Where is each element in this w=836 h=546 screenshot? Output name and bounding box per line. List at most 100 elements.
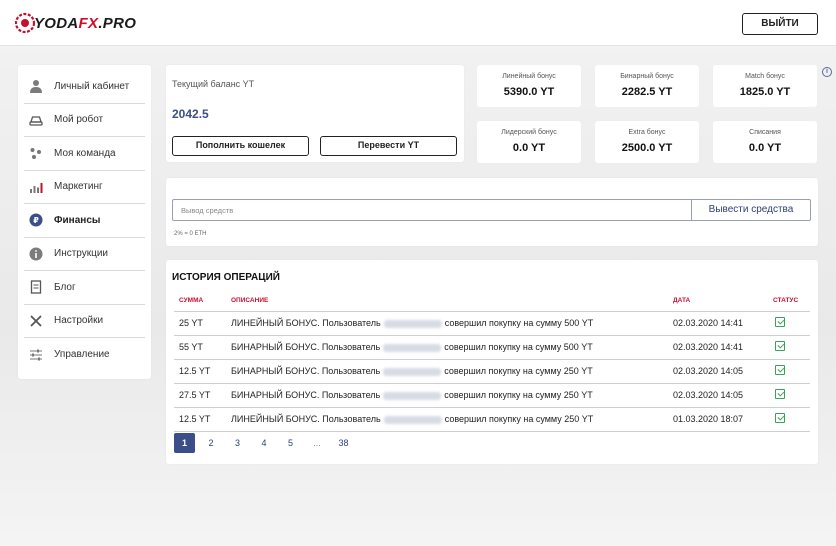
amount-cell: 25 YT — [174, 311, 226, 336]
stat-value: 2282.5 YT — [621, 86, 673, 98]
page-button-38[interactable]: 38 — [333, 433, 354, 453]
withdraw-panel: Вывод средств Вывести средства 2% = 0 ET… — [166, 178, 818, 246]
redacted-user-id — [383, 367, 442, 376]
stat-label: Бинарный бонус — [620, 73, 674, 80]
status-cell — [768, 383, 810, 408]
redacted-user-id — [383, 319, 442, 328]
status-cell — [768, 335, 810, 360]
ruble-icon: ₽ — [29, 213, 43, 227]
sidebar-item-settings[interactable]: Настройки — [24, 305, 145, 338]
checkbox-checked-icon — [775, 413, 785, 423]
sidebar-nav: Личный кабинет Мой робот Моя команда Мар… — [18, 65, 151, 379]
table-header-row: СУММА ОПИСАНИЕ ДАТА СТАТУС — [174, 290, 810, 312]
table-row: 12.5 YT БИНАРНЫЙ БОНУС. Пользователь сове… — [174, 359, 810, 384]
operations-history: ИСТОРИЯ ОПЕРАЦИЙ СУММА ОПИСАНИЕ ДАТА СТА… — [166, 260, 818, 464]
amount-cell: 55 YT — [174, 335, 226, 360]
pagination: 1 2 3 4 5 ... 38 — [174, 433, 360, 453]
sidebar-item-label: Блог — [54, 281, 76, 293]
redacted-user-id — [383, 343, 442, 352]
info-icon[interactable]: i — [822, 67, 832, 77]
stat-label: Списания — [749, 129, 781, 136]
table-row: 55 YT БИНАРНЫЙ БОНУС. Пользователь соверш… — [174, 335, 810, 360]
description-cell: ЛИНЕЙНЫЙ БОНУС. Пользователь совершил пок… — [226, 407, 668, 432]
date-cell: 02.03.2020 14:05 — [668, 383, 768, 408]
info-icon — [29, 247, 43, 261]
amount-cell: 27.5 YT — [174, 383, 226, 408]
page-button-2[interactable]: 2 — [201, 433, 222, 453]
checkbox-checked-icon — [775, 389, 785, 399]
sidebar-item-label: Финансы — [54, 214, 101, 226]
column-header-date: ДАТА — [668, 290, 768, 312]
column-header-amount: СУММА — [174, 290, 226, 312]
yodafx-logo[interactable]: YODAFX.PRO — [14, 10, 136, 40]
withdraw-fee-note: 2% = 0 ETH — [174, 231, 207, 237]
balance-label: Текущий баланс YT — [172, 79, 255, 89]
page-button-3[interactable]: 3 — [227, 433, 248, 453]
status-cell — [768, 359, 810, 384]
sidebar-item-management[interactable]: Управление — [24, 338, 145, 372]
stat-leader-bonus: Лидерский бонус 0.0 YT — [477, 121, 581, 163]
balance-value: 2042.5 — [172, 107, 209, 121]
sidebar-item-team[interactable]: Моя команда — [24, 137, 145, 171]
description-cell: БИНАРНЫЙ БОНУС. Пользователь совершил пок… — [226, 335, 668, 360]
date-cell: 02.03.2020 14:05 — [668, 359, 768, 384]
stat-value: 1825.0 YT — [739, 86, 791, 98]
stat-label: Extra бонус — [628, 129, 666, 136]
description-cell: БИНАРНЫЙ БОНУС. Пользователь совершил пок… — [226, 383, 668, 408]
stat-linear-bonus: Линейный бонус 5390.0 YT — [477, 65, 581, 107]
stat-match-bonus: Match бонус 1825.0 YT — [713, 65, 817, 107]
stat-value: 2500.0 YT — [621, 142, 673, 154]
status-cell — [768, 311, 810, 336]
checkbox-checked-icon — [775, 341, 785, 351]
logout-button[interactable]: ВЫЙТИ — [742, 13, 818, 35]
sidebar-item-finance[interactable]: ₽ Финансы — [24, 204, 145, 238]
document-icon — [29, 280, 43, 294]
stat-writeoffs: Списания 0.0 YT — [713, 121, 817, 163]
page-button-5[interactable]: 5 — [280, 433, 301, 453]
stat-value: 0.0 YT — [748, 142, 782, 154]
transfer-yt-button[interactable]: Перевести YT — [320, 136, 457, 156]
stat-value: 5390.0 YT — [503, 86, 555, 98]
stat-label: Match бонус — [745, 73, 785, 80]
amount-cell: 12.5 YT — [174, 359, 226, 384]
sidebar-item-label: Личный кабинет — [54, 80, 130, 92]
stat-extra-bonus: Extra бонус 2500.0 YT — [595, 121, 699, 163]
sidebar-item-blog[interactable]: Блог — [24, 271, 145, 305]
checkbox-checked-icon — [775, 317, 785, 327]
table-row: 25 YT ЛИНЕЙНЫЙ БОНУС. Пользователь соверш… — [174, 311, 810, 336]
tools-icon — [29, 314, 43, 328]
page-ellipsis: ... — [313, 438, 321, 448]
page-button-1[interactable]: 1 — [174, 433, 195, 453]
topup-wallet-button[interactable]: Пополнить кошелек — [172, 136, 309, 156]
sidebar-item-label: Маркетинг — [54, 181, 103, 193]
sidebar-item-label: Настройки — [54, 315, 104, 327]
date-cell: 02.03.2020 14:41 — [668, 335, 768, 360]
redacted-user-id — [383, 391, 442, 400]
robot-icon — [29, 113, 43, 127]
stat-binary-bonus: Бинарный бонус 2282.5 YT — [595, 65, 699, 107]
chart-icon — [29, 180, 43, 194]
page-button-4[interactable]: 4 — [254, 433, 275, 453]
withdraw-amount-input[interactable]: Вывод средств — [172, 199, 692, 221]
description-cell: БИНАРНЫЙ БОНУС. Пользователь совершил пок… — [226, 359, 668, 384]
status-cell — [768, 407, 810, 432]
sidebar-item-instructions[interactable]: Инструкции — [24, 238, 145, 271]
column-header-status: СТАТУС — [768, 290, 810, 312]
table-row: 27.5 YT БИНАРНЫЙ БОНУС. Пользователь сове… — [174, 383, 810, 408]
user-icon — [29, 79, 43, 94]
description-cell: ЛИНЕЙНЫЙ БОНУС. Пользователь совершил пок… — [226, 311, 668, 336]
withdraw-button[interactable]: Вывести средства — [691, 199, 811, 221]
date-cell: 02.03.2020 14:41 — [668, 311, 768, 336]
logo-text: YODAFX.PRO — [34, 15, 137, 32]
top-header: YODAFX.PRO ВЫЙТИ — [0, 0, 836, 46]
table-row: 12.5 YT ЛИНЕЙНЫЙ БОНУС. Пользователь сове… — [174, 407, 810, 432]
amount-cell: 12.5 YT — [174, 407, 226, 432]
redacted-user-id — [383, 415, 442, 424]
sidebar-item-marketing[interactable]: Маркетинг — [24, 171, 145, 204]
sidebar-item-robot[interactable]: Мой робот — [24, 104, 145, 137]
sidebar-item-label: Мой робот — [54, 114, 104, 126]
sidebar-item-cabinet[interactable]: Личный кабинет — [24, 70, 145, 104]
date-cell: 01.03.2020 18:07 — [668, 407, 768, 432]
team-icon — [29, 146, 43, 160]
sliders-icon — [29, 348, 43, 362]
